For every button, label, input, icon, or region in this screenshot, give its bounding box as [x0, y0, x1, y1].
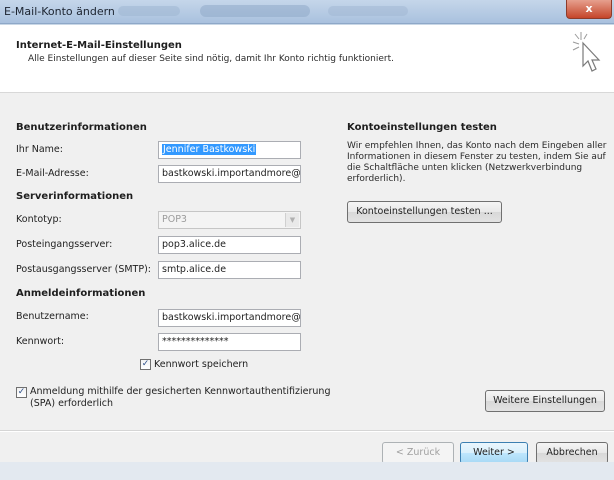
test-heading: Kontoeinstellungen testen [347, 122, 497, 133]
account-type-select: POP3 ▼ [158, 211, 301, 229]
window-title: E-Mail-Konto ändern [4, 5, 115, 18]
chevron-down-icon: ▼ [285, 213, 299, 227]
email-label: E-Mail-Adresse: [16, 168, 89, 179]
user-info-heading: Benutzerinformationen [16, 122, 147, 133]
back-button[interactable]: < Zurück [382, 442, 454, 464]
name-field[interactable]: Jennifer Bastkowski [158, 141, 301, 159]
close-button[interactable]: x [566, 0, 612, 19]
cursor-sparkle-icon [572, 32, 601, 72]
username-field[interactable]: bastkowski.importandmore@a [158, 309, 301, 327]
server-info-heading: Serverinformationen [16, 191, 134, 202]
taskbar-blur [200, 5, 310, 17]
save-password-checkbox[interactable]: ✓ [140, 359, 151, 370]
header-title: Internet-E-Mail-Einstellungen [16, 40, 182, 51]
taskbar-blur [118, 6, 180, 16]
cancel-button[interactable]: Abbrechen [536, 442, 608, 464]
test-account-button[interactable]: Kontoeinstellungen testen ... [347, 201, 502, 223]
save-password-label: Kennwort speichern [154, 359, 249, 370]
login-info-heading: Anmeldeinformationen [16, 288, 146, 299]
header-subtitle: Alle Einstellungen auf dieser Seite sind… [28, 54, 395, 64]
account-type-value: POP3 [162, 214, 187, 225]
account-type-label: Kontotyp: [16, 214, 62, 225]
spa-checkbox[interactable]: ✓ [16, 387, 27, 398]
email-field[interactable]: bastkowski.importandmore@a [158, 165, 301, 183]
taskbar-strip [0, 462, 614, 480]
incoming-server-field[interactable]: pop3.alice.de [158, 236, 301, 254]
name-value: Jennifer Bastkowski [162, 144, 257, 155]
more-settings-button[interactable]: Weitere Einstellungen [485, 390, 605, 412]
password-field[interactable]: ************** [158, 333, 301, 351]
username-label: Benutzername: [16, 311, 89, 322]
password-label: Kennwort: [16, 336, 65, 347]
incoming-server-label: Posteingangsserver: [16, 239, 113, 250]
spa-label-line1: Anmeldung mithilfe der gesicherten Kennw… [30, 386, 331, 397]
taskbar-blur [328, 6, 408, 16]
test-description: Wir empfehlen Ihnen, das Konto nach dem … [347, 141, 607, 184]
spa-label-line2: (SPA) erforderlich [30, 398, 114, 409]
footer-divider-highlight [0, 431, 614, 432]
name-label: Ihr Name: [16, 144, 63, 155]
outgoing-server-label: Postausgangsserver (SMTP): [16, 264, 151, 275]
next-button[interactable]: Weiter > [460, 442, 528, 464]
outgoing-server-field[interactable]: smtp.alice.de [158, 261, 301, 279]
